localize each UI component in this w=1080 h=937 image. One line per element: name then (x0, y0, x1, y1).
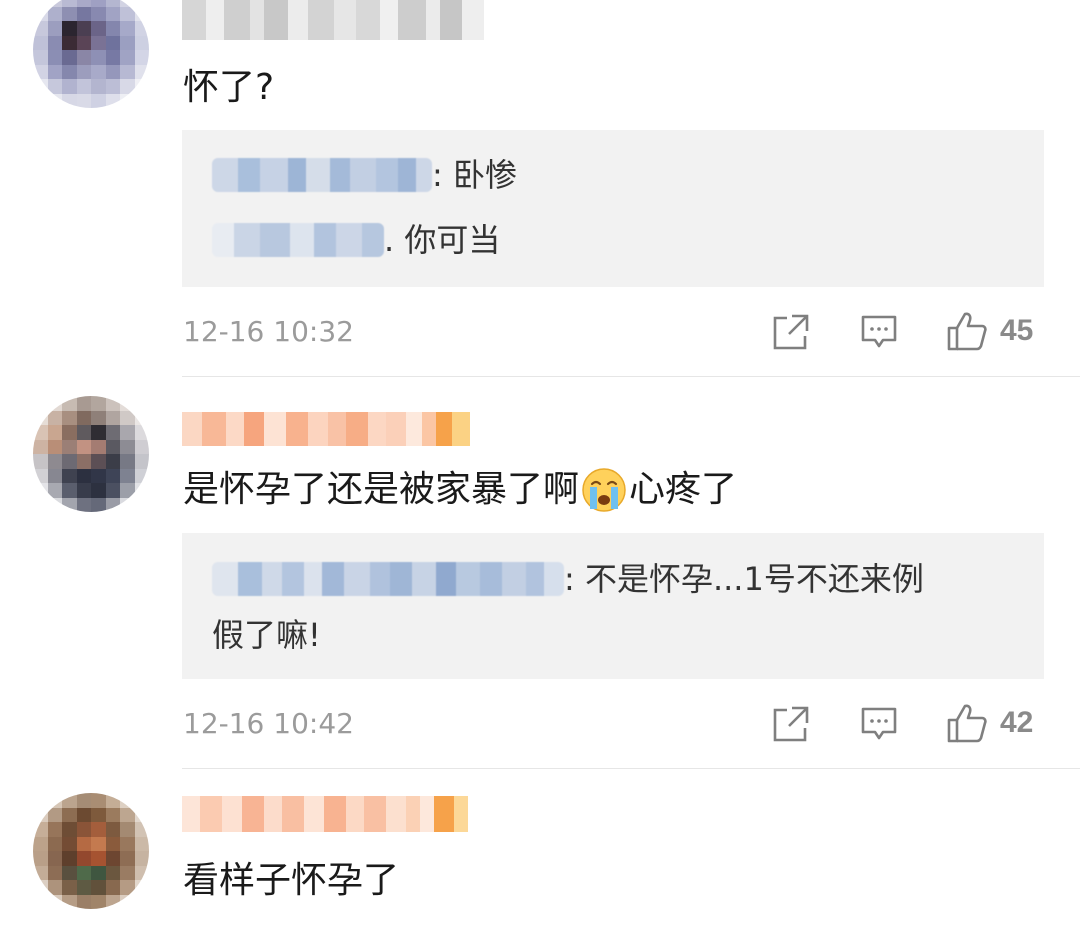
reply-text: 假了嘛! (212, 616, 321, 654)
crying-face-icon (582, 468, 626, 512)
comment-text-content: 怀了? (183, 67, 275, 108)
divider (182, 376, 1080, 377)
reply-button[interactable] (860, 314, 898, 350)
username[interactable] (182, 412, 470, 446)
avatar[interactable] (33, 396, 149, 512)
like-count: 45 (1000, 314, 1034, 347)
comment-text: 怀了? (183, 66, 274, 110)
avatar[interactable] (33, 0, 149, 108)
reply-line[interactable]: : 卧惨 (212, 155, 517, 195)
comment-text: 看样子怀孕了 (183, 859, 399, 903)
thumbs-up-icon (947, 704, 987, 743)
reply-username[interactable] (212, 223, 384, 257)
reply-line[interactable]: : 不是怀孕...1号不还来例 (212, 559, 924, 599)
reply-username[interactable] (212, 158, 432, 192)
reply-line[interactable]: 假了嘛! (212, 615, 321, 655)
comment-bubble-icon (861, 707, 897, 740)
repost-button[interactable] (772, 313, 810, 351)
divider (182, 768, 1080, 769)
comment-text: 是怀孕了还是被家暴了啊 心疼了 (183, 467, 737, 513)
reply-text: : 不是怀孕...1号不还来例 (564, 560, 924, 598)
reply-box[interactable]: : 不是怀孕...1号不还来例 假了嘛! (182, 533, 1044, 679)
like-button[interactable]: 45 (946, 310, 1033, 352)
share-square-icon (773, 706, 809, 742)
reply-username[interactable] (212, 562, 564, 596)
comment-text-content: 是怀孕了还是被家暴了啊 (183, 469, 580, 510)
timestamp: 12-16 10:32 (183, 315, 354, 348)
reply-box[interactable]: : 卧惨 . 你可当 (182, 130, 1044, 287)
thumbs-up-icon (947, 312, 987, 351)
reply-text: : 卧惨 (432, 156, 517, 194)
username[interactable] (182, 796, 468, 832)
comment-text-content: 心疼了 (629, 469, 738, 510)
reply-text: . 你可当 (384, 221, 501, 259)
avatar[interactable] (33, 793, 149, 909)
timestamp: 12-16 10:42 (183, 707, 354, 740)
repost-button[interactable] (772, 705, 810, 743)
comment-bubble-icon (861, 315, 897, 348)
like-count: 42 (1000, 706, 1034, 739)
like-button[interactable]: 42 (946, 702, 1033, 744)
username[interactable] (182, 0, 484, 40)
comment-text-content: 看样子怀孕了 (183, 860, 400, 901)
reply-button[interactable] (860, 706, 898, 742)
reply-line[interactable]: . 你可当 (212, 220, 500, 260)
share-square-icon (773, 314, 809, 350)
